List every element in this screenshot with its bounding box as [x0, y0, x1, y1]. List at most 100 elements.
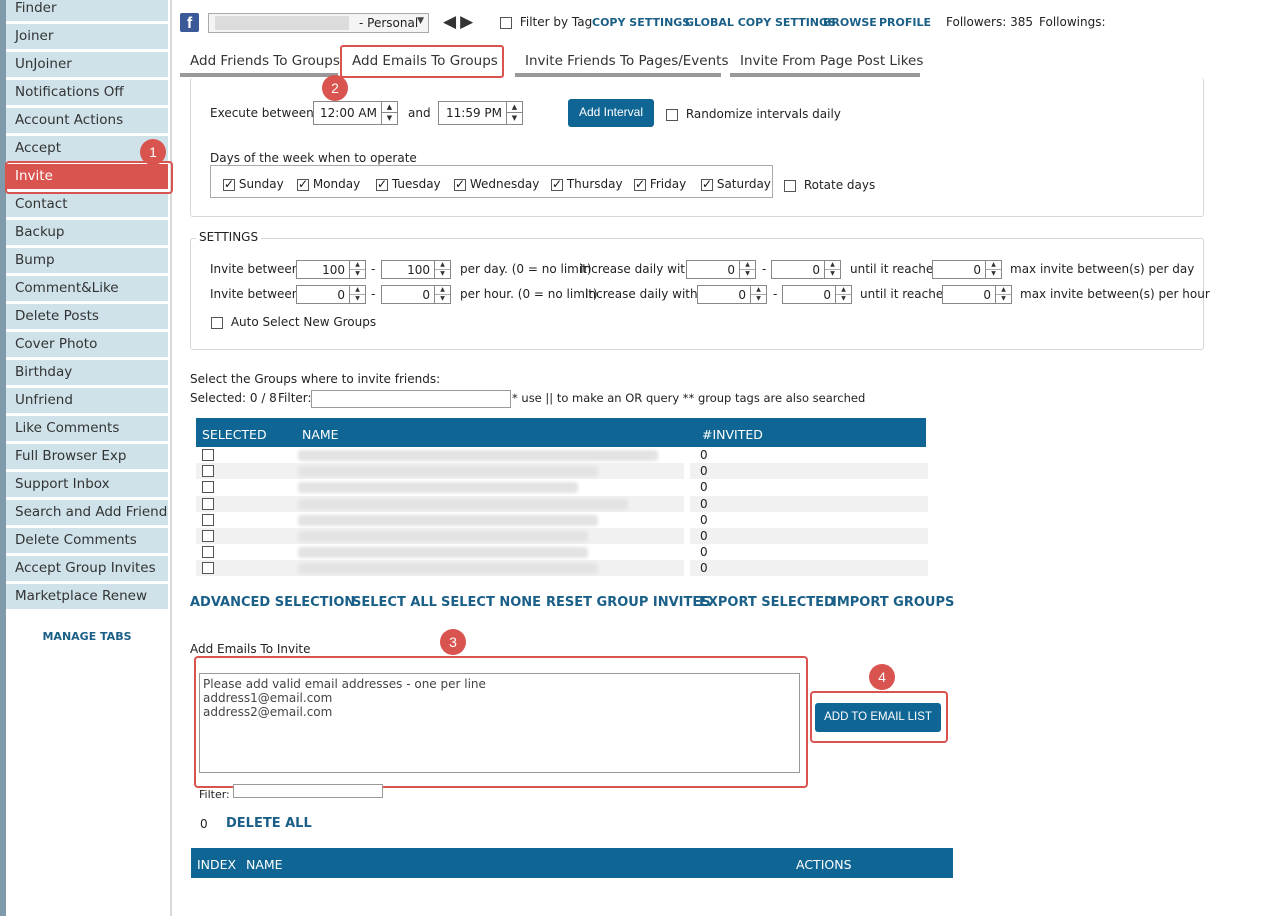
row-checkbox[interactable]	[202, 497, 214, 510]
sidebar-item-backup[interactable]: Backup	[6, 220, 168, 246]
saturday-checkbox[interactable]	[701, 177, 713, 191]
spin-down-icon[interactable]: ▼	[382, 113, 397, 124]
table-row[interactable]: 0	[196, 447, 928, 463]
increase-day-max[interactable]: 0 ▲ ▼	[771, 260, 841, 279]
thursday-checkbox[interactable]	[551, 177, 563, 191]
select-all-link[interactable]: SELECT ALL	[352, 595, 437, 610]
spin-down-icon[interactable]: ▼	[825, 270, 840, 279]
spin-up-icon[interactable]: ▲	[986, 261, 1001, 270]
spin-down-icon[interactable]: ▼	[751, 295, 766, 304]
row-checkbox[interactable]	[202, 481, 214, 494]
table-row[interactable]: 0	[196, 544, 928, 561]
spin-down-icon[interactable]: ▼	[740, 270, 755, 279]
sidebar-item-search-and-add-friends[interactable]: Search and Add Friends	[6, 500, 168, 526]
export-selected-link[interactable]: EXPORT SELECTED	[699, 595, 835, 610]
spin-up-icon[interactable]: ▲	[350, 261, 365, 270]
spin-up-icon[interactable]: ▲	[382, 102, 397, 113]
spin-down-icon[interactable]: ▼	[996, 295, 1011, 304]
table-row[interactable]: 0	[196, 495, 928, 512]
spin-up-icon[interactable]: ▲	[350, 286, 365, 295]
spin-up-icon[interactable]: ▲	[751, 286, 766, 295]
sidebar-item-joiner[interactable]: Joiner	[6, 24, 168, 50]
row-checkbox[interactable]	[202, 513, 214, 526]
sidebar-item-bump[interactable]: Bump	[6, 248, 168, 274]
tuesday-checkbox[interactable]	[376, 177, 388, 191]
spin-down-icon[interactable]: ▼	[836, 295, 851, 304]
reset-group-invites-link[interactable]: RESET GROUP INVITES	[546, 595, 711, 610]
randomize-checkbox[interactable]	[666, 108, 678, 121]
spin-down-icon[interactable]: ▼	[350, 270, 365, 279]
browse-link[interactable]: BROWSE	[823, 16, 877, 29]
spin-up-icon[interactable]: ▲	[435, 261, 450, 270]
auto-select-groups[interactable]: Auto Select New Groups	[211, 315, 376, 329]
spin-up-icon[interactable]: ▲	[996, 286, 1011, 295]
add-to-email-list-button[interactable]: ADD TO EMAIL LIST	[815, 703, 941, 732]
sidebar-item-invite[interactable]: Invite	[6, 164, 168, 190]
monday-checkbox[interactable]	[297, 177, 309, 191]
invite-hour-max[interactable]: 0 ▲ ▼	[381, 285, 451, 304]
spin-down-icon[interactable]: ▼	[507, 113, 522, 124]
invite-day-min[interactable]: 100 ▲ ▼	[296, 260, 366, 279]
spin-down-icon[interactable]: ▼	[435, 270, 450, 279]
tab-add-emails-to-groups[interactable]: Add Emails To Groups	[340, 45, 504, 78]
rotate-days-checkbox[interactable]	[784, 179, 796, 192]
sidebar-item-like-comments[interactable]: Like Comments	[6, 416, 168, 442]
filter-by-tag-checkbox[interactable]	[500, 16, 512, 29]
spin-down-icon[interactable]: ▼	[435, 295, 450, 304]
groups-filter-input[interactable]	[311, 390, 511, 408]
start-time-picker[interactable]: 12:00 AM ▲ ▼	[313, 101, 398, 125]
select-none-link[interactable]: SELECT NONE	[441, 595, 541, 610]
invite-day-max[interactable]: 100 ▲ ▼	[381, 260, 451, 279]
table-row[interactable]: 0	[196, 511, 928, 528]
sidebar-item-account-actions[interactable]: Account Actions	[6, 108, 168, 134]
wednesday-checkbox[interactable]	[454, 177, 466, 191]
emails-filter-input[interactable]	[233, 784, 383, 798]
reach-day[interactable]: 0 ▲ ▼	[932, 260, 1002, 279]
row-checkbox[interactable]	[202, 530, 214, 542]
tab-invite-from-page-post-likes[interactable]: Invite From Page Post Likes	[730, 47, 923, 77]
import-groups-link[interactable]: IMPORT GROUPS	[832, 595, 954, 610]
day-thursday[interactable]: Thursday	[551, 177, 623, 191]
auto-select-checkbox[interactable]	[211, 316, 223, 329]
sidebar-item-contact[interactable]: Contact	[6, 192, 168, 218]
emails-textarea[interactable]: Please add valid email addresses - one p…	[199, 673, 800, 773]
spin-up-icon[interactable]: ▲	[507, 102, 522, 113]
row-checkbox[interactable]	[202, 546, 214, 559]
table-row[interactable]: 0	[196, 560, 928, 577]
sidebar-item-comment-like[interactable]: Comment&Like	[6, 276, 168, 302]
day-monday[interactable]: Monday	[297, 177, 360, 191]
sidebar-item-birthday[interactable]: Birthday	[6, 360, 168, 386]
friday-checkbox[interactable]	[634, 177, 646, 191]
filter-by-tag[interactable]: Filter by Tag	[500, 15, 592, 29]
global-copy-settings-link[interactable]: GLOBAL COPY SETTINGS	[685, 16, 836, 29]
add-interval-button[interactable]: Add Interval	[568, 99, 654, 127]
sidebar-item-delete-comments[interactable]: Delete Comments	[6, 528, 168, 554]
day-tuesday[interactable]: Tuesday	[376, 177, 441, 191]
row-checkbox[interactable]	[202, 465, 214, 478]
row-checkbox[interactable]	[202, 449, 214, 461]
sidebar-item-marketplace-renew[interactable]: Marketplace Renew	[6, 584, 168, 610]
spin-up-icon[interactable]: ▲	[435, 286, 450, 295]
table-row[interactable]: 0	[196, 528, 928, 544]
spin-up-icon[interactable]: ▲	[740, 261, 755, 270]
sunday-checkbox[interactable]	[223, 177, 235, 191]
spin-up-icon[interactable]: ▲	[825, 261, 840, 270]
sidebar-item-unjoiner[interactable]: UnJoiner	[6, 52, 168, 78]
day-wednesday[interactable]: Wednesday	[454, 177, 539, 191]
sidebar-item-finder[interactable]: Finder	[6, 0, 168, 22]
day-saturday[interactable]: Saturday	[701, 177, 771, 191]
delete-all-link[interactable]: DELETE ALL	[226, 816, 312, 831]
spin-up-icon[interactable]: ▲	[836, 286, 851, 295]
invite-hour-min[interactable]: 0 ▲ ▼	[296, 285, 366, 304]
sidebar-item-unfriend[interactable]: Unfriend	[6, 388, 168, 414]
copy-settings-link[interactable]: COPY SETTINGS	[592, 16, 690, 29]
sidebar-item-full-browser-exp[interactable]: Full Browser Exp	[6, 444, 168, 470]
increase-hour-max[interactable]: 0 ▲ ▼	[782, 285, 852, 304]
tab-invite-friends-to-pages[interactable]: Invite Friends To Pages/Events	[515, 47, 728, 77]
account-select[interactable]: - Personal ▼	[208, 13, 429, 33]
tab-add-friends-to-groups[interactable]: Add Friends To Groups	[180, 47, 340, 77]
day-friday[interactable]: Friday	[634, 177, 686, 191]
manage-tabs-link[interactable]: MANAGE TABS	[6, 630, 168, 643]
row-checkbox[interactable]	[202, 562, 214, 575]
reach-hour[interactable]: 0 ▲ ▼	[942, 285, 1012, 304]
